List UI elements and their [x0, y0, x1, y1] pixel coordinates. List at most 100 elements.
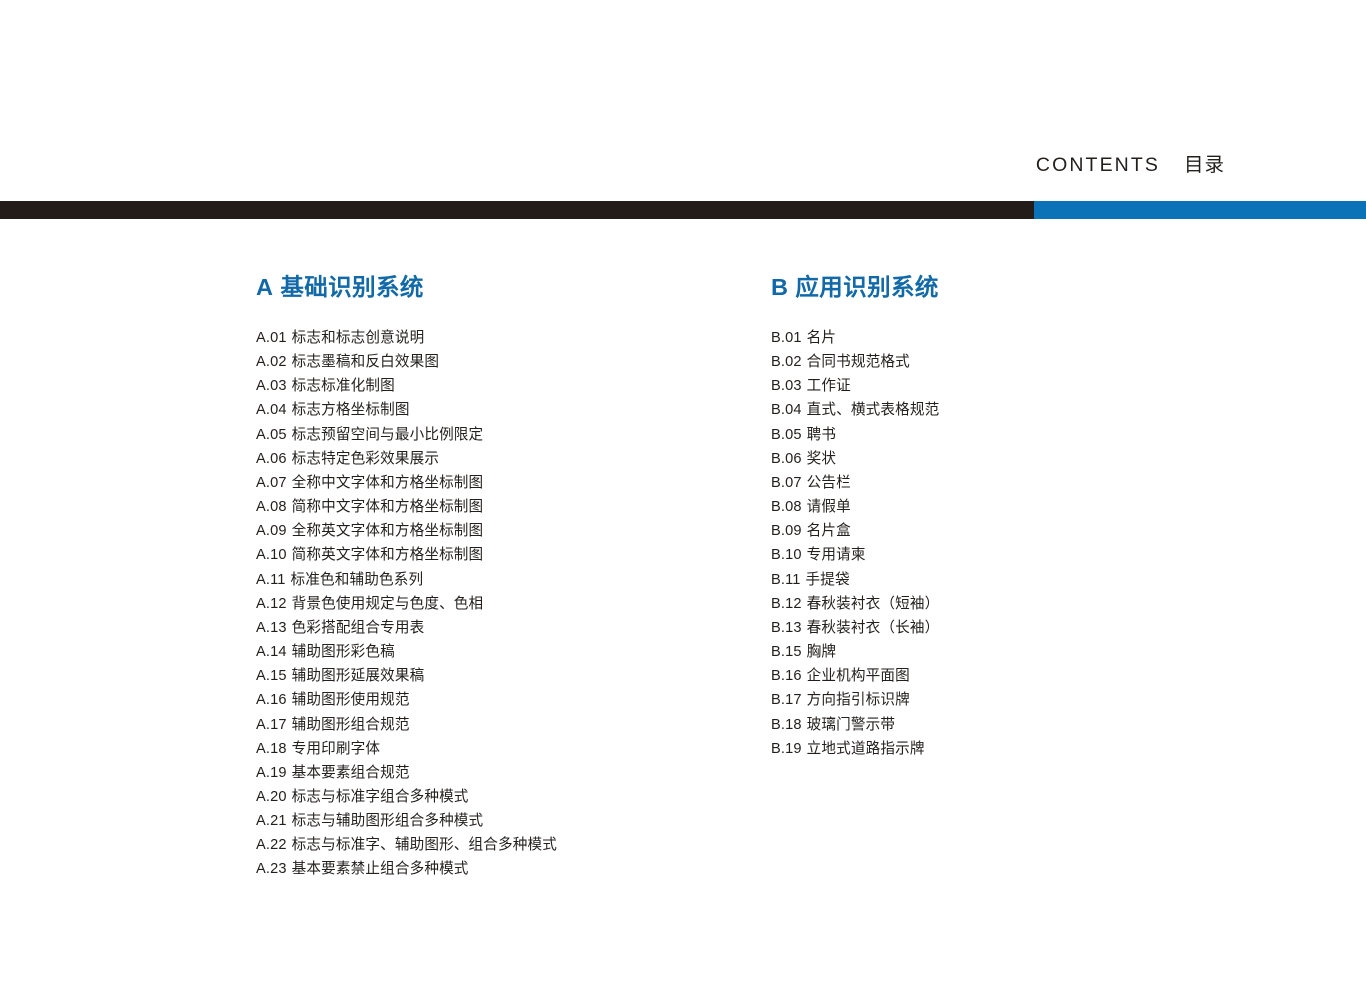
toc-item-label: 辅助图形彩色稿: [291, 644, 395, 661]
toc-item-label: 标志和标志创意说明: [291, 330, 425, 346]
toc-item-code: A.05: [256, 426, 287, 443]
toc-item-code: B.02: [771, 354, 802, 371]
toc-item[interactable]: B.12 春秋装衬衣（短袖）: [771, 592, 939, 616]
toc-item[interactable]: B.03 工作证: [771, 374, 939, 398]
toc-column-b-letter: B: [771, 274, 789, 300]
toc-item[interactable]: A.14 辅助图形彩色稿: [256, 640, 557, 664]
rule-bar-dark-segment: [0, 201, 1034, 219]
toc-column-b-title: 应用识别系统: [795, 274, 939, 300]
toc-item-label: 春秋装衬衣（短袖）: [806, 595, 940, 612]
toc-item-code: A.16: [256, 692, 287, 709]
toc-item[interactable]: A.20 标志与标准字组合多种模式: [256, 785, 557, 809]
toc-item[interactable]: B.08 请假单: [771, 495, 939, 519]
toc-item[interactable]: B.18 玻璃门警示带: [771, 713, 939, 737]
toc-item-code: A.07: [256, 474, 287, 491]
toc-list-a: A.01 标志和标志创意说明 A.02 标志墨稿和反白效果图 A.03 标志标准化制图 A.…: [256, 326, 557, 882]
toc-item-label: 全称中文字体和方格坐标制图: [291, 474, 484, 491]
toc-item[interactable]: B.07 公告栏: [771, 471, 939, 495]
toc-item[interactable]: A.11 标准色和辅助色系列: [256, 568, 557, 592]
toc-item-label: 名片: [806, 330, 837, 346]
toc-item[interactable]: A.16 辅助图形使用规范: [256, 688, 557, 712]
page-header: CONTENTS 目录: [0, 0, 1366, 201]
toc-item-code: B.03: [771, 378, 802, 395]
toc-item-code: B.12: [771, 595, 802, 612]
toc-item-code: A.08: [256, 499, 287, 516]
toc-item[interactable]: B.09 名片盒: [771, 519, 939, 543]
toc-item[interactable]: A.08 简称中文字体和方格坐标制图: [256, 495, 557, 519]
toc-item[interactable]: A.22 标志与标准字、辅助图形、组合多种模式: [256, 833, 557, 857]
toc-item[interactable]: B.11 手提袋: [771, 568, 939, 592]
toc-item-label: 直式、横式表格规范: [806, 402, 940, 419]
toc-item[interactable]: B.06 奖状: [771, 447, 939, 471]
toc-item-code: A.15: [256, 668, 287, 685]
toc-item-code: B.07: [771, 474, 802, 491]
toc-item[interactable]: A.05 标志预留空间与最小比例限定: [256, 423, 557, 447]
toc-item[interactable]: B.04 直式、横式表格规范: [771, 398, 939, 422]
toc-item[interactable]: A.19 基本要素组合规范: [256, 761, 557, 785]
toc-item-label: 春秋装衬衣（长袖）: [806, 619, 940, 636]
toc-item[interactable]: B.01 名片: [771, 326, 939, 350]
toc-item-code: A.21: [256, 813, 287, 830]
contents-title: CONTENTS 目录: [1036, 148, 1225, 177]
toc-item-code: A.22: [256, 837, 287, 854]
toc-item-code: B.06: [771, 450, 802, 467]
toc-item-code: B.15: [771, 644, 802, 661]
toc-item-code: B.10: [771, 547, 802, 564]
toc-item-label: 基本要素组合规范: [291, 764, 410, 781]
toc-item-label: 请假单: [806, 499, 851, 516]
toc-item-code: A.19: [256, 764, 287, 781]
toc-item-label: 辅助图形延展效果稿: [291, 668, 425, 685]
toc-item-label: 基本要素禁止组合多种模式: [291, 861, 469, 878]
toc-item-label: 辅助图形组合规范: [291, 716, 410, 733]
toc-item[interactable]: A.06 标志特定色彩效果展示: [256, 447, 557, 471]
toc-item-code: B.19: [771, 740, 802, 757]
toc-item[interactable]: A.23 基本要素禁止组合多种模式: [256, 857, 557, 881]
toc-item[interactable]: B.10 专用请柬: [771, 543, 939, 567]
toc-item[interactable]: A.21 标志与辅助图形组合多种模式: [256, 809, 557, 833]
header-rule-bar: [0, 201, 1366, 219]
toc-item-code: A.18: [256, 740, 287, 757]
toc-item[interactable]: A.15 辅助图形延展效果稿: [256, 664, 557, 688]
toc-item-label: 聘书: [806, 426, 837, 443]
toc-item-code: A.12: [256, 595, 287, 612]
toc-item[interactable]: A.01 标志和标志创意说明: [256, 326, 557, 350]
toc-item-label: 标志与标准字组合多种模式: [291, 788, 469, 805]
toc-item-code: A.23: [256, 861, 287, 878]
toc-item-code: B.09: [771, 523, 802, 540]
toc-item-code: A.02: [256, 354, 287, 371]
toc-item[interactable]: A.02 标志墨稿和反白效果图: [256, 350, 557, 374]
toc-item-label: 标志特定色彩效果展示: [291, 450, 440, 467]
toc-item[interactable]: B.15 胸牌: [771, 640, 939, 664]
toc-item[interactable]: A.13 色彩搭配组合专用表: [256, 616, 557, 640]
toc-item[interactable]: A.09 全称英文字体和方格坐标制图: [256, 519, 557, 543]
toc-item[interactable]: B.17 方向指引标识牌: [771, 688, 939, 712]
toc-item[interactable]: A.10 简称英文字体和方格坐标制图: [256, 543, 557, 567]
toc-item[interactable]: B.05 聘书: [771, 423, 939, 447]
toc-item[interactable]: A.04 标志方格坐标制图: [256, 398, 557, 422]
toc-item-code: B.08: [771, 499, 802, 516]
toc-item-code: A.03: [256, 378, 287, 395]
toc-item[interactable]: B.02 合同书规范格式: [771, 350, 939, 374]
contents-label-en: CONTENTS: [1035, 154, 1160, 176]
toc-item-code: B.18: [771, 716, 802, 733]
toc-item-label: 方向指引标识牌: [806, 692, 910, 709]
toc-item-label: 简称中文字体和方格坐标制图: [291, 499, 484, 516]
toc-item-code: A.14: [256, 644, 287, 661]
toc-item-label: 标志预留空间与最小比例限定: [291, 426, 484, 443]
toc-item[interactable]: A.18 专用印刷字体: [256, 737, 557, 761]
toc-item-code: A.04: [256, 402, 287, 419]
toc-item[interactable]: B.13 春秋装衬衣（长袖）: [771, 616, 939, 640]
toc-item-code: A.01: [256, 330, 287, 346]
toc-item-label: 标志墨稿和反白效果图: [291, 354, 440, 371]
toc-item[interactable]: B.16 企业机构平面图: [771, 664, 939, 688]
toc-item[interactable]: A.03 标志标准化制图: [256, 374, 557, 398]
toc-item[interactable]: A.12 背景色使用规定与色度、色相: [256, 592, 557, 616]
toc-item[interactable]: A.17 辅助图形组合规范: [256, 713, 557, 737]
toc-item[interactable]: B.19 立地式道路指示牌: [771, 737, 939, 761]
toc-item-label: 标志与标准字、辅助图形、组合多种模式: [291, 837, 558, 854]
toc-column-a-heading: A 基础识别系统: [256, 275, 424, 300]
toc-item-label: 专用印刷字体: [291, 740, 381, 757]
toc-item[interactable]: A.07 全称中文字体和方格坐标制图: [256, 471, 557, 495]
toc-item-label: 合同书规范格式: [806, 354, 910, 371]
toc-item-code: B.16: [771, 668, 802, 685]
